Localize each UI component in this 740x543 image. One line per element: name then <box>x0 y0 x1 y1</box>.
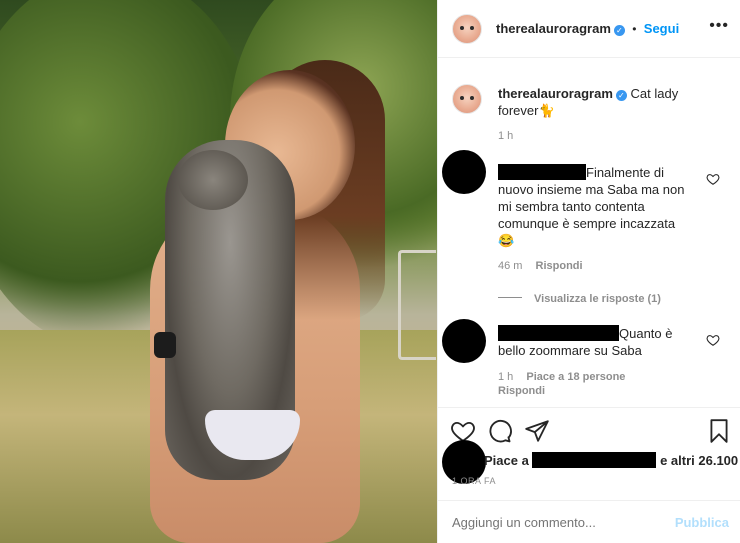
comment-2-likes[interactable]: Piace a 18 persone <box>526 371 625 383</box>
cat-emoji: 🐈 <box>538 103 555 118</box>
verified-badge-icon: ✓ <box>615 90 627 101</box>
caption-username[interactable]: therealauroragram <box>498 86 613 101</box>
separator-dot: • <box>632 22 637 36</box>
cat-face <box>178 150 248 210</box>
view-replies-label[interactable]: Visualizza le risposte (1) <box>534 293 661 305</box>
redacted-username <box>498 325 619 341</box>
bookmark-icon[interactable] <box>706 418 732 444</box>
comment-icon[interactable] <box>487 418 513 444</box>
more-options-icon[interactable]: ••• <box>709 18 729 34</box>
garden-chair <box>398 250 436 360</box>
header-user: therealauroragram ✓ • Segui <box>496 21 679 36</box>
share-icon[interactable] <box>524 418 550 444</box>
redacted-liker <box>532 452 657 468</box>
replies-line <box>498 297 522 298</box>
comment-2: Quanto è bello zoommare su Saba <box>498 325 698 359</box>
comment-1: Finalmente di nuovo insieme ma Saba ma n… <box>498 164 698 249</box>
verified-badge-icon: ✓ <box>613 25 625 36</box>
comment-2-time[interactable]: 1 h <box>498 371 513 383</box>
redacted-username <box>498 164 586 180</box>
caption-avatar[interactable] <box>452 84 482 114</box>
post-actions: Piace a e altri 26.100 1 ORA FA <box>438 407 740 503</box>
like-comment-heart-icon[interactable] <box>706 333 720 347</box>
comment-1-emoji: 😂 <box>498 233 515 248</box>
view-replies[interactable]: Visualizza le risposte (1) <box>498 291 661 305</box>
post-header: therealauroragram ✓ • Segui ••• <box>438 0 740 58</box>
likes-summary[interactable]: Piace a e altri 26.100 <box>484 452 738 468</box>
post-side-panel: therealauroragram ✓ • Segui ••• therealau… <box>437 0 740 543</box>
smartwatch <box>154 332 176 358</box>
comment-avatar-redacted[interactable] <box>442 150 486 194</box>
add-comment-bar: Pubblica <box>438 500 740 543</box>
likes-prefix: Piace a <box>484 453 529 468</box>
post-date[interactable]: 1 ORA FA <box>452 476 496 486</box>
comment-2-meta: 1 h Piace a 18 persone <box>498 371 625 383</box>
likes-count: e altri 26.100 <box>660 453 739 468</box>
comments-section: therealauroragram ✓ Cat lady forever🐈 1 h… <box>438 58 740 408</box>
caption-time[interactable]: 1 h <box>498 130 513 142</box>
comment-1-time[interactable]: 46 m <box>498 260 522 272</box>
comment-1-reply-button[interactable]: Rispondi <box>536 260 583 272</box>
comment-input[interactable] <box>452 515 652 530</box>
caption: therealauroragram ✓ Cat lady forever🐈 <box>498 85 718 119</box>
publish-button[interactable]: Pubblica <box>675 515 729 530</box>
like-comment-heart-icon[interactable] <box>706 172 720 186</box>
comment-1-meta: 46 m Rispondi <box>498 260 583 272</box>
comment-2-reply-button[interactable]: Rispondi <box>498 385 545 397</box>
comment-avatar-redacted[interactable] <box>442 319 486 363</box>
avatar[interactable] <box>452 14 482 44</box>
header-username[interactable]: therealauroragram <box>496 21 611 36</box>
follow-button[interactable]: Segui <box>644 21 679 36</box>
post-photo[interactable] <box>0 0 437 543</box>
